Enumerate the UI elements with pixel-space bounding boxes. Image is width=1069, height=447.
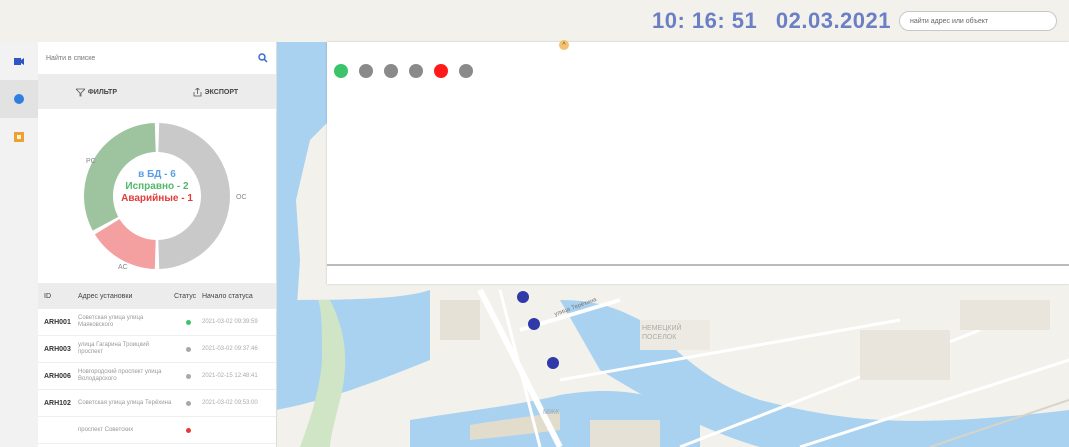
camera-icon (14, 57, 24, 65)
panel-actions: ФИЛЬТР ЭКСПОРТ (38, 75, 276, 109)
status-indicator-dot[interactable] (359, 64, 373, 78)
rail-objects[interactable] (0, 118, 38, 156)
status-indicator-dot[interactable] (384, 64, 398, 78)
alarm-count: Аварийные - 1 (121, 193, 193, 204)
map-device-marker[interactable] (517, 291, 529, 303)
row-address: Советская улица улица Маяковского (78, 315, 144, 328)
map-search-input[interactable]: найти адрес или объект (899, 11, 1057, 31)
list-search[interactable]: Найти в списке (38, 42, 276, 75)
row-id: ARH003 (44, 345, 71, 353)
map-label-district: МЖК (543, 409, 560, 416)
rail-devices[interactable] (0, 80, 38, 118)
row-status (174, 346, 202, 352)
db-count: в БД - 6 (138, 169, 176, 180)
status-dot (185, 346, 191, 352)
row-status (174, 400, 202, 406)
donut-segment[interactable] (94, 219, 156, 269)
status-indicator-dot[interactable] (459, 64, 473, 78)
status-dot (185, 427, 191, 433)
export-icon (193, 87, 202, 96)
export-button[interactable]: ЭКСПОРТ (193, 87, 239, 97)
collapse-handle[interactable]: ^ (559, 40, 569, 50)
status-indicators (334, 64, 473, 78)
row-address: Советская улица улица Терёхина (78, 399, 172, 406)
status-overlay-window (327, 42, 1069, 284)
row-time: 2021-03-02 09:39:59 (202, 319, 258, 325)
row-address: Новгородский проспект улица Володарского (78, 369, 162, 382)
status-indicator-dot[interactable] (334, 64, 348, 78)
chevron-up-icon: ^ (562, 41, 566, 49)
row-status (174, 427, 202, 433)
ok-count: Исправно - 2 (125, 181, 189, 192)
header-start[interactable]: Начало статуса (202, 293, 253, 300)
status-indicator-dot[interactable] (434, 64, 448, 78)
donut-label-ac: AC (118, 264, 128, 271)
filter-icon (75, 88, 85, 96)
row-status (174, 319, 202, 325)
map-label-district: ПОСЕЛОК (642, 334, 677, 341)
map-device-marker[interactable] (547, 357, 559, 369)
row-id: ARH102 (44, 399, 71, 407)
row-address: улица Гагарина Троицкий проспект (78, 342, 149, 355)
header-status[interactable]: Статус (174, 293, 202, 300)
search-icon[interactable] (258, 53, 268, 63)
filter-button[interactable]: ФИЛЬТР (75, 88, 117, 97)
row-id: ARH001 (44, 318, 71, 326)
status-dot (185, 400, 191, 406)
export-label: ЭКСПОРТ (204, 88, 239, 96)
overlay-divider (327, 264, 1069, 266)
row-id: ARH006 (44, 372, 71, 380)
status-donut-chart: PC OC AC в БД - 6 Исправно - 2 Аварийные… (38, 109, 276, 283)
donut-label-pc: PC (86, 158, 96, 165)
table-row[interactable]: ARH001 Советская улица улица Маяковского 2… (38, 309, 276, 336)
left-rail (0, 42, 39, 447)
status-dot (185, 319, 191, 325)
filter-label: ФИЛЬТР (87, 88, 117, 96)
row-time: 2021-03-02 09:53:00 (202, 400, 258, 406)
rail-cameras[interactable] (0, 42, 38, 80)
clock: 10: 16: 51 02.03.2021 (640, 8, 891, 34)
map-device-marker[interactable] (528, 318, 540, 330)
row-time: 2021-02-15 12:48:41 (202, 373, 258, 379)
device-panel: Найти в списке ФИЛЬТР ЭКСПОРТ PC OC AC в… (38, 42, 277, 447)
clock-date: 02.03.2021 (775, 8, 891, 33)
donut-summary: в БД - 6 Исправно - 2 Аварийные - 1 (38, 169, 276, 205)
list-search-input[interactable]: Найти в списке (46, 55, 95, 62)
table-row[interactable]: проспект Советских (38, 417, 276, 444)
row-time: 2021-03-02 09:37:46 (202, 346, 258, 352)
table-row[interactable]: ARH006 Новгородский проспект улица Волода… (38, 363, 276, 390)
square-badge-icon (14, 132, 24, 142)
map-label-district: НЕМЕЦКИЙ (642, 323, 682, 332)
row-address: проспект Советских (78, 426, 134, 433)
top-bar: 10: 16: 51 02.03.2021 найти адрес или об… (0, 0, 1069, 42)
circle-dot-icon (14, 94, 24, 104)
table-header: ID Адрес установки Статус Начало статуса (38, 283, 276, 309)
table-body: ARH001 Советская улица улица Маяковского 2… (38, 309, 276, 444)
clock-time: 10: 16: 51 (651, 8, 758, 33)
status-dot (185, 373, 191, 379)
status-indicator-dot[interactable] (409, 64, 423, 78)
row-status (174, 373, 202, 379)
header-id[interactable]: ID (38, 293, 78, 300)
header-address[interactable]: Адрес установки (78, 293, 174, 300)
table-row[interactable]: ARH003 улица Гагарина Троицкий проспект 20… (38, 336, 276, 363)
table-row[interactable]: ARH102 Советская улица улица Терёхина 2021… (38, 390, 276, 417)
